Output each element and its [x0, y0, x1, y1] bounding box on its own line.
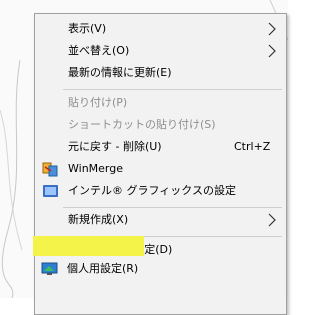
menu-item-label: 貼り付け(P) [68, 96, 128, 109]
chevron-right-icon [268, 22, 276, 36]
menu-item-sort[interactable]: 並べ替え(O) [35, 40, 286, 62]
menu-item-paste[interactable]: 貼り付け(P) [35, 92, 286, 114]
menu-item-new[interactable]: 新規作成(X) [35, 209, 286, 231]
menu-item-label: 並べ替え(O) [68, 44, 130, 57]
menu-item-label: 最新の情報に更新(E) [68, 66, 172, 79]
menu-item-label: 表示(V) [68, 22, 107, 35]
menu-item-winmerge[interactable]: WinMerge [35, 158, 286, 180]
menu-item-label: WinMerge [68, 162, 123, 175]
menu-item-shortcut: Ctrl+Z [234, 140, 271, 153]
menu-item-personalize[interactable]: 個人用設定(R) [34, 258, 285, 280]
intel-graphics-icon [43, 185, 58, 197]
menu-item-refresh[interactable]: 最新の情報に更新(E) [35, 62, 286, 84]
menu-item-label: 個人用設定(R) [67, 262, 139, 275]
menu-separator [63, 89, 282, 90]
menu-item-label: インテル® グラフィックスの設定 [68, 184, 236, 197]
chevron-right-icon [268, 44, 276, 58]
menu-separator [63, 207, 282, 208]
menu-item-label: ショートカットの貼り付け(S) [68, 118, 216, 131]
winmerge-icon [42, 162, 58, 177]
highlight-marker [33, 236, 144, 256]
menu-item-paste-shortcut[interactable]: ショートカットの貼り付け(S) [35, 114, 286, 136]
menu-item-view[interactable]: 表示(V) [35, 18, 286, 40]
menu-item-label: 新規作成(X) [68, 213, 129, 226]
chevron-right-icon [268, 213, 276, 227]
menu-item-label: 元に戻す - 削除(U) [68, 140, 162, 153]
personalize-icon [41, 262, 58, 275]
menu-item-undo-delete[interactable]: 元に戻す - 削除(U) Ctrl+Z [35, 136, 286, 158]
menu-item-intel-graphics[interactable]: インテル® グラフィックスの設定 [35, 180, 286, 202]
